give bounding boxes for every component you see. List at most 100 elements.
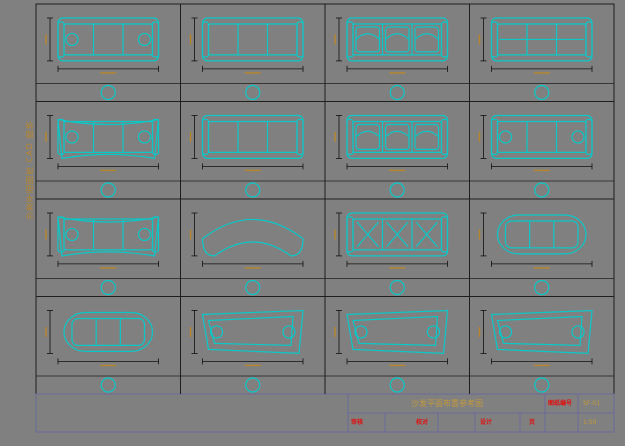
left-arm <box>201 21 210 58</box>
rounded-sofa-icon <box>469 212 614 296</box>
pillow <box>65 130 79 144</box>
right-arm <box>585 21 593 58</box>
item-marker-circle <box>389 182 405 198</box>
pillow <box>137 32 152 47</box>
pillow <box>65 227 79 242</box>
long-curved-sofa-icon <box>36 212 181 296</box>
right-arm <box>296 21 304 58</box>
small-loveseat-icon <box>36 310 181 393</box>
cushion-pattern <box>414 130 439 138</box>
pillow <box>426 325 441 339</box>
patterned-cushion <box>414 26 440 53</box>
page-label: 页 <box>529 419 536 426</box>
item-marker-circle <box>389 84 405 101</box>
sofa-seat <box>352 315 439 347</box>
sofa-seat <box>207 315 294 347</box>
item-marker-circle <box>389 279 405 296</box>
sofa-seat <box>71 317 146 346</box>
sofa-with-blanket-icon <box>469 309 614 393</box>
patterned-cushion <box>414 123 440 150</box>
pillow <box>571 130 585 144</box>
item-marker-circle <box>100 279 116 296</box>
straight-sofa-thin-back-icon <box>469 17 614 101</box>
cushion-pattern <box>385 130 410 138</box>
sofa-grid <box>36 4 614 394</box>
drawing-number-label: 图纸编号 <box>548 400 573 407</box>
check-label: 校对 <box>416 419 429 426</box>
patterned-cushion <box>355 123 381 150</box>
pillow <box>498 325 513 339</box>
right-arm <box>440 216 449 253</box>
left-arm <box>346 118 354 156</box>
left-arm <box>490 21 499 58</box>
patterned-cushion <box>384 123 410 150</box>
pillow <box>282 325 296 339</box>
pillow <box>137 130 152 144</box>
three-seat-sofa-icon <box>180 114 325 198</box>
item-marker-circle <box>534 279 550 296</box>
title-block-title: 沙发平面布置参考图 <box>411 399 483 408</box>
crescent-sofa-icon <box>180 212 325 296</box>
right-arm <box>151 21 160 58</box>
sofa-with-throw-icon <box>469 114 614 198</box>
curved-sofa-with-pillows-icon <box>36 115 181 198</box>
sofa-seat <box>207 23 298 56</box>
design-label: 设计 <box>480 419 493 426</box>
left-arm <box>201 118 210 156</box>
sofa-seat <box>504 220 579 249</box>
item-marker-circle <box>389 377 405 393</box>
item-marker-circle <box>534 377 550 393</box>
patterned-cushion <box>384 26 410 53</box>
sofa-seat <box>63 120 154 153</box>
cushion-pattern <box>355 33 380 40</box>
pillow <box>571 325 585 339</box>
right-arm <box>440 118 449 156</box>
pillow <box>354 325 368 339</box>
item-marker-circle <box>245 279 261 296</box>
sofa-seat <box>207 120 298 153</box>
drawing-sheet: 沙发平面图库 CAD 图块 沙发平面布置参考图 图纸编号 SF-01 审核 校对… <box>0 0 625 442</box>
right-arm <box>585 118 593 156</box>
item-marker-circle <box>534 182 550 198</box>
item-marker-circle <box>100 84 116 101</box>
three-seat-sofa-with-pillows-icon <box>36 17 181 101</box>
pillow <box>65 32 79 47</box>
three-seat-straight-sofa-icon <box>180 17 325 101</box>
chaise-sofa-icon <box>180 309 325 393</box>
left-arm <box>490 118 499 156</box>
drawing-number-value: SF-01 <box>583 400 601 407</box>
item-marker-circle <box>245 182 261 198</box>
cushion-pattern <box>355 130 380 138</box>
angled-sofa-icon <box>325 309 470 393</box>
left-arm <box>346 21 354 58</box>
sofa-outline <box>201 218 304 257</box>
side-text: 沙发平面图库 CAD 图块 <box>25 120 34 220</box>
sofa-seat <box>352 23 443 56</box>
sofa-with-x-cushions-icon <box>325 212 470 296</box>
sofa-seat <box>352 120 443 153</box>
cushion-pattern <box>385 33 410 40</box>
item-marker-circle <box>245 84 261 101</box>
item-marker-circle <box>245 377 261 393</box>
sofa-seat <box>63 23 154 56</box>
right-arm <box>296 118 304 156</box>
three-seat-patterned-sofa-icon <box>325 17 470 101</box>
cad-sheet-canvas <box>35 3 615 433</box>
scale-value: 1:50 <box>583 419 597 426</box>
cushion-pattern <box>414 33 439 40</box>
sofa-with-patterned-cushions-icon <box>325 114 470 198</box>
patterned-cushion <box>355 26 381 53</box>
sofa-seat <box>496 315 583 347</box>
item-marker-circle <box>100 182 116 198</box>
pillow <box>137 227 152 242</box>
item-marker-circle <box>534 84 550 101</box>
left-arm <box>346 216 354 253</box>
sofa-seat <box>496 120 587 153</box>
review-label: 审核 <box>351 419 364 426</box>
left-arm <box>57 21 65 58</box>
pillow <box>498 130 513 144</box>
item-marker-circle <box>100 377 116 393</box>
sofa-seat <box>63 218 154 251</box>
right-arm <box>440 21 449 58</box>
pillow <box>209 325 224 339</box>
